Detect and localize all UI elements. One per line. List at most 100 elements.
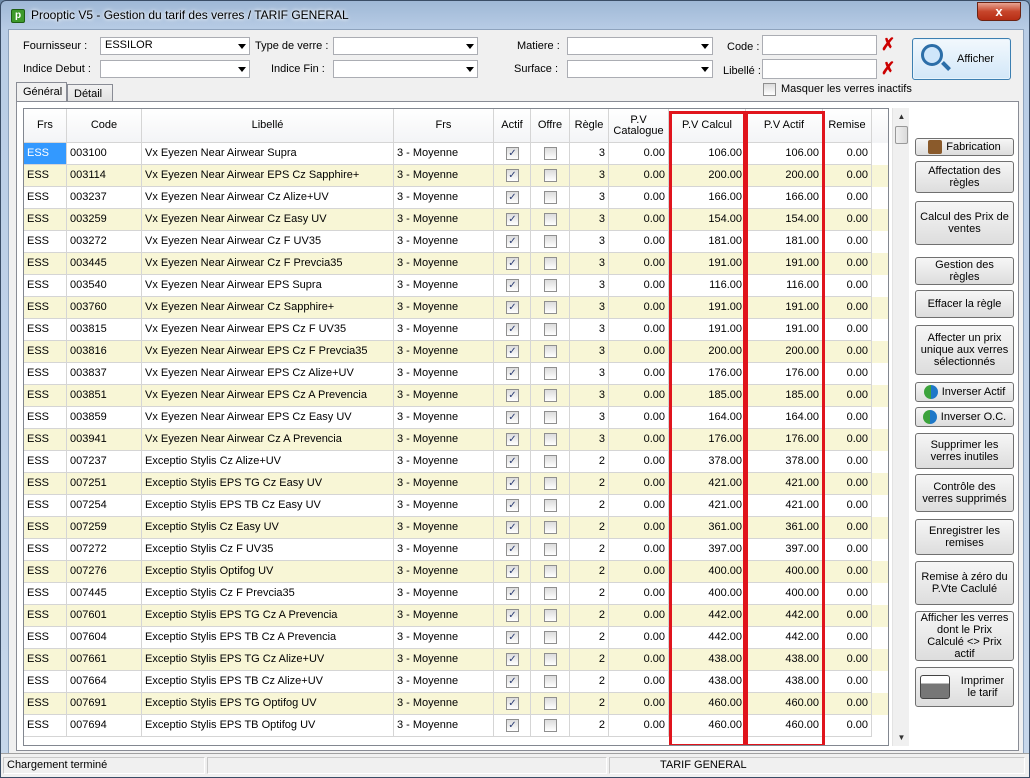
table-row[interactable]: ESS 003540 Vx Eyezen Near Airwear EPS Supr… [24,275,888,297]
table-row[interactable]: ESS 003114 Vx Eyezen Near Airwear EPS Cz S… [24,165,888,187]
offre-checkbox[interactable] [544,477,557,490]
header-frs-2[interactable]: Frs [394,109,494,143]
offre-checkbox[interactable] [544,433,557,446]
type-verre-select[interactable] [333,37,478,55]
inverser-oc-button[interactable]: Inverser O.C. [915,407,1014,427]
offre-checkbox[interactable] [544,345,557,358]
clear-code-icon[interactable]: ✗ [881,36,895,53]
tab-detail[interactable]: Détail [67,84,113,102]
table-row[interactable]: ESS 007254 Exceptio Stylis EPS TB Cz Easy … [24,495,888,517]
table-row[interactable]: ESS 003816 Vx Eyezen Near Airwear EPS Cz F… [24,341,888,363]
actif-checkbox[interactable]: ✓ [506,213,519,226]
offre-checkbox[interactable] [544,279,557,292]
header-regle[interactable]: Règle [570,109,609,143]
offre-checkbox[interactable] [544,235,557,248]
offre-checkbox[interactable] [544,301,557,314]
table-row[interactable]: ESS 003941 Vx Eyezen Near Airwear Cz A Pre… [24,429,888,451]
table-row[interactable]: ESS 003272 Vx Eyezen Near Airwear Cz F UV3… [24,231,888,253]
offre-checkbox[interactable] [544,631,557,644]
actif-checkbox[interactable]: ✓ [506,389,519,402]
actif-checkbox[interactable]: ✓ [506,653,519,666]
tab-general[interactable]: Général [16,82,67,102]
offre-checkbox[interactable] [544,653,557,666]
actif-checkbox[interactable]: ✓ [506,257,519,270]
actif-checkbox[interactable]: ✓ [506,697,519,710]
clear-libelle-icon[interactable]: ✗ [881,60,895,77]
table-row[interactable]: ESS 003237 Vx Eyezen Near Airwear Cz Alize… [24,187,888,209]
actif-checkbox[interactable]: ✓ [506,521,519,534]
table-row[interactable]: ESS 007237 Exceptio Stylis Cz Alize+UV 3 - … [24,451,888,473]
fournisseur-select[interactable]: ESSILOR [100,37,250,55]
actif-checkbox[interactable]: ✓ [506,719,519,732]
table-row[interactable]: ESS 007276 Exceptio Stylis Optifog UV 3 - M… [24,561,888,583]
actif-checkbox[interactable]: ✓ [506,345,519,358]
table-row[interactable]: ESS 007259 Exceptio Stylis Cz Easy UV 3 - M… [24,517,888,539]
table-row[interactable]: ESS 003859 Vx Eyezen Near Airwear EPS Cz E… [24,407,888,429]
affecter-prix-unique-button[interactable]: Affecter un prix unique aux verres sélec… [915,325,1014,375]
remise-zero-button[interactable]: Remise à zéro du P.Vte Caclulé [915,561,1014,605]
offre-checkbox[interactable] [544,609,557,622]
header-pv-calcul[interactable]: P.V Calcul [669,109,746,143]
table-row[interactable]: ESS 007251 Exceptio Stylis EPS TG Cz Easy … [24,473,888,495]
fabrication-button[interactable]: Fabrication [915,138,1014,156]
table-row[interactable]: ESS 007661 Exceptio Stylis EPS TG Cz Alize… [24,649,888,671]
imprimer-tarif-button[interactable]: Imprimer le tarif [915,667,1014,707]
code-input[interactable] [762,35,877,55]
actif-checkbox[interactable]: ✓ [506,609,519,622]
table-row[interactable]: ESS 003837 Vx Eyezen Near Airwear EPS Cz A… [24,363,888,385]
offre-checkbox[interactable] [544,169,557,182]
scroll-down-icon[interactable]: ▼ [893,729,910,746]
actif-checkbox[interactable]: ✓ [506,455,519,468]
actif-checkbox[interactable]: ✓ [506,367,519,380]
supprimer-verres-inutiles-button[interactable]: Supprimer les verres inutiles [915,433,1014,469]
header-libelle[interactable]: Libellé [142,109,394,143]
table-row[interactable]: ESS 003259 Vx Eyezen Near Airwear Cz Easy … [24,209,888,231]
offre-checkbox[interactable] [544,323,557,336]
scroll-thumb[interactable] [895,126,908,144]
table-row[interactable]: ESS 007601 Exceptio Stylis EPS TG Cz A Pre… [24,605,888,627]
scroll-up-icon[interactable]: ▲ [893,108,910,125]
table-row[interactable]: ESS 007694 Exceptio Stylis EPS TB Optifog … [24,715,888,737]
actif-checkbox[interactable]: ✓ [506,169,519,182]
offre-checkbox[interactable] [544,521,557,534]
actif-checkbox[interactable]: ✓ [506,279,519,292]
indice-fin-select[interactable] [333,60,478,78]
enregistrer-remises-button[interactable]: Enregistrer les remises [915,519,1014,555]
title-bar[interactable]: p Prooptic V5 - Gestion du tarif des ver… [1,1,1029,29]
table-row[interactable]: ESS 003851 Vx Eyezen Near Airwear EPS Cz A… [24,385,888,407]
actif-checkbox[interactable]: ✓ [506,411,519,424]
actif-checkbox[interactable]: ✓ [506,543,519,556]
actif-checkbox[interactable]: ✓ [506,477,519,490]
actif-checkbox[interactable]: ✓ [506,631,519,644]
offre-checkbox[interactable] [544,543,557,556]
table-row[interactable]: ESS 003760 Vx Eyezen Near Airwear Cz Sapph… [24,297,888,319]
actif-checkbox[interactable]: ✓ [506,235,519,248]
afficher-verres-prix-button[interactable]: Afficher les verres dont le Prix Calculé… [915,611,1014,661]
controle-verres-supprimes-button[interactable]: Contrôle des verres supprimés [915,474,1014,512]
offre-checkbox[interactable] [544,147,557,160]
actif-checkbox[interactable]: ✓ [506,675,519,688]
actif-checkbox[interactable]: ✓ [506,191,519,204]
effacer-regle-button[interactable]: Effacer la règle [915,290,1014,318]
masquer-inactifs-checkbox[interactable] [763,83,776,96]
actif-checkbox[interactable]: ✓ [506,301,519,314]
actif-checkbox[interactable]: ✓ [506,323,519,336]
inverser-actif-button[interactable]: Inverser Actif [915,382,1014,402]
surface-select[interactable] [567,60,713,78]
actif-checkbox[interactable]: ✓ [506,433,519,446]
lens-price-grid[interactable]: Frs Code Libellé Frs Actif Offre Règle P.V Cata… [23,108,889,746]
offre-checkbox[interactable] [544,719,557,732]
header-frs[interactable]: Frs [24,109,67,143]
grid-scrollbar[interactable]: ▲ ▼ [892,108,909,746]
gestion-regles-button[interactable]: Gestion des règles [915,257,1014,285]
table-row[interactable]: ESS 007445 Exceptio Stylis Cz F Prevcia35 3… [24,583,888,605]
offre-checkbox[interactable] [544,411,557,424]
affectation-regles-button[interactable]: Affectation des règles [915,161,1014,193]
offre-checkbox[interactable] [544,697,557,710]
header-pv-actif[interactable]: P.V Actif [746,109,823,143]
table-row[interactable]: ESS 003445 Vx Eyezen Near Airwear Cz F Pre… [24,253,888,275]
actif-checkbox[interactable]: ✓ [506,587,519,600]
afficher-button[interactable]: Afficher [912,38,1011,80]
indice-debut-select[interactable] [100,60,250,78]
header-offre[interactable]: Offre [531,109,570,143]
